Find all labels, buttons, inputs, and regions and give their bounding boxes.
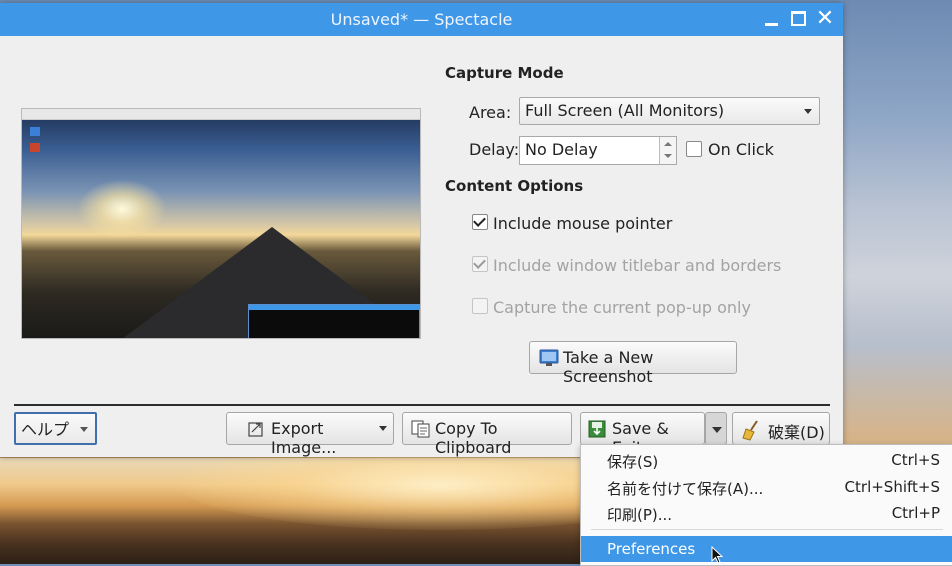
on-click-label: On Click (708, 140, 774, 159)
export-image-button[interactable]: Export Image... (226, 412, 394, 457)
menu-item-save[interactable]: 保存(S) Ctrl+S (581, 447, 952, 473)
menu-item-shortcut: Ctrl+S (891, 451, 940, 469)
discard-button[interactable]: 破棄(D) (732, 412, 830, 445)
window-title: Unsaved* — Spectacle (330, 10, 513, 29)
copy-to-clipboard-label: Copy To Clipboard (435, 419, 512, 457)
preview-terminal (248, 304, 420, 338)
area-label: Area: (469, 103, 512, 122)
share-icon (248, 422, 263, 437)
menu-item-label: 印刷(P)... (607, 506, 673, 524)
save-menu-dropdown-button[interactable] (705, 412, 727, 445)
on-click-checkbox[interactable] (686, 141, 702, 157)
preview-panel (22, 109, 420, 120)
spin-up-icon[interactable] (664, 142, 672, 146)
screenshot-icon (539, 349, 559, 366)
save-exit-button[interactable]: Save & Exit (580, 412, 705, 457)
delay-label: Delay: (469, 140, 520, 159)
preview-desktop-icon (30, 143, 40, 152)
menu-separator (591, 529, 943, 530)
menu-item-label: 保存(S) (607, 453, 659, 471)
save-icon (588, 420, 606, 438)
menu-item-label: Preferences (607, 540, 696, 558)
delay-spinbox[interactable]: No Delay (519, 136, 677, 165)
menu-item-save-as[interactable]: 名前を付けて保存(A)... Ctrl+Shift+S (581, 474, 952, 500)
copy-to-clipboard-button[interactable]: Copy To Clipboard (402, 412, 572, 457)
menu-item-shortcut: Ctrl+Shift+S (844, 478, 940, 496)
capture-mode-heading: Capture Mode (445, 64, 564, 82)
take-new-screenshot-button[interactable]: Take a New Screenshot (529, 341, 737, 386)
capture-popup-checkbox[interactable] (472, 298, 488, 314)
help-dropdown[interactable]: ヘルプ (14, 412, 97, 445)
close-button[interactable]: ✕ (815, 8, 835, 30)
menu-item-preferences[interactable]: Preferences (581, 536, 952, 562)
take-new-screenshot-label: Take a New Screenshot (563, 348, 654, 386)
include-mouse-pointer-checkbox[interactable] (472, 214, 488, 230)
delay-value: No Delay (525, 140, 598, 159)
menu-item-label: 名前を付けて保存(A)... (607, 480, 764, 498)
chevron-down-icon (712, 427, 722, 433)
broom-icon (742, 420, 758, 441)
preview-desktop-icon (30, 127, 40, 136)
include-mouse-pointer-label: Include mouse pointer (493, 214, 673, 233)
desktop-wallpaper (843, 0, 952, 460)
spin-down-icon[interactable] (664, 154, 672, 158)
delay-stepper[interactable] (659, 137, 676, 164)
area-value: Full Screen (All Monitors) (525, 101, 725, 120)
include-titlebar-label: Include window titlebar and borders (493, 256, 782, 275)
menu-item-print[interactable]: 印刷(P)... Ctrl+P (581, 500, 952, 526)
export-image-label: Export Image... (271, 419, 337, 457)
footer-separator (14, 404, 830, 406)
mouse-cursor-icon (711, 546, 724, 564)
chevron-down-icon (804, 109, 812, 114)
chevron-down-icon (80, 427, 88, 432)
menu-item-shortcut: Ctrl+P (891, 504, 940, 522)
save-dropdown-menu: 保存(S) Ctrl+S 名前を付けて保存(A)... Ctrl+Shift+S… (580, 444, 952, 566)
minimize-button[interactable] (762, 9, 782, 29)
discard-label: 破棄(D) (768, 423, 825, 442)
chevron-down-icon (379, 426, 387, 431)
area-combobox[interactable]: Full Screen (All Monitors) (519, 97, 820, 125)
include-titlebar-checkbox[interactable] (472, 256, 488, 272)
screenshot-preview[interactable] (21, 108, 421, 339)
maximize-button[interactable] (789, 9, 809, 29)
titlebar[interactable]: Unsaved* — Spectacle ✕ (0, 3, 843, 36)
copy-icon (411, 420, 430, 438)
spectacle-window: Unsaved* — Spectacle ✕ Capture Mode Area… (0, 3, 843, 457)
content-options-heading: Content Options (445, 177, 584, 195)
capture-popup-label: Capture the current pop-up only (493, 298, 751, 317)
help-label: ヘルプ (21, 420, 70, 439)
